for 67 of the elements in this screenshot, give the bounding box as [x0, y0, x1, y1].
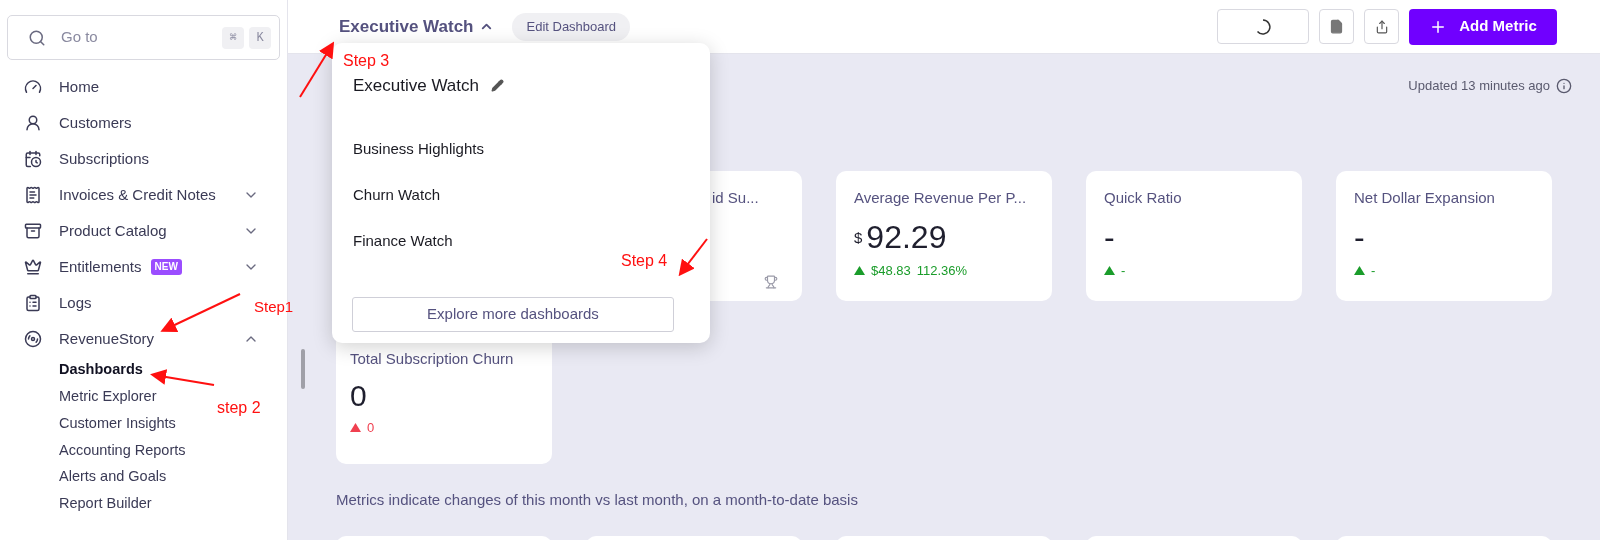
- metric-value: 0: [350, 378, 368, 414]
- nav-subitem[interactable]: Accounting Reports: [59, 437, 186, 464]
- nav-item[interactable]: Product Catalog: [59, 219, 167, 243]
- dashboard-menu-item[interactable]: Business Highlights: [352, 126, 484, 173]
- metric-percent: 112.36%: [916, 262, 968, 280]
- currency-symbol: $: [854, 227, 863, 248]
- crown-icon: [24, 258, 42, 276]
- metric-value: -: [1354, 218, 1365, 257]
- metric-title: Net Dollar Expansion: [1354, 187, 1496, 208]
- metric-title: Total Subscription Churn: [350, 348, 515, 369]
- share-icon: [1374, 19, 1389, 34]
- share-button[interactable]: [1364, 9, 1399, 44]
- add-metric-button[interactable]: Add Metric: [1409, 8, 1557, 45]
- metric-title: Quick Ratio: [1104, 187, 1183, 208]
- annotation-label: Step1: [254, 297, 294, 317]
- search-icon: [28, 28, 46, 47]
- annotation-label: Step 4: [621, 251, 668, 271]
- metric-change: -: [1121, 262, 1126, 280]
- metric-value: -: [1104, 218, 1115, 257]
- new-badge: NEW: [150, 259, 182, 275]
- info-icon[interactable]: [1556, 77, 1572, 94]
- updated-time: Updated 13 minutes ago: [1408, 77, 1550, 95]
- metric-title: id Su...: [711, 187, 760, 208]
- receipt-icon: [24, 186, 42, 204]
- annotation-arrow: [299, 41, 335, 98]
- metric-change: $48.83: [871, 262, 911, 280]
- nav-subitem[interactable]: Metric Explorer: [59, 383, 157, 411]
- user-icon: [24, 114, 42, 132]
- pdf-export-button[interactable]: [1319, 9, 1354, 44]
- explore-dashboards-button[interactable]: Explore more dashboards: [352, 296, 674, 332]
- annotation-arrow: [678, 238, 708, 277]
- clipboard-icon: [24, 294, 42, 312]
- metric-value: 92.29: [866, 218, 947, 257]
- metrics-note: Metrics indicate changes of this month vs last month, on a month-to-date basis: [336, 489, 859, 510]
- scrollbar-thumb[interactable]: [301, 349, 305, 389]
- nav-item[interactable]: Customers: [59, 111, 132, 135]
- annotation-arrow: [150, 369, 215, 386]
- calendar-icon: [24, 150, 42, 168]
- spinner-icon: [1254, 17, 1272, 36]
- gauge-icon: [24, 78, 42, 96]
- file-icon: [1329, 19, 1344, 34]
- dashboard-title-button[interactable]: Executive Watch: [339, 13, 495, 40]
- nav-item[interactable]: Logs: [59, 291, 92, 315]
- nav-item[interactable]: Invoices & Credit Notes: [59, 183, 216, 207]
- shortcut-key: K: [249, 26, 271, 49]
- metric-title: Average Revenue Per P...: [854, 187, 1028, 208]
- archive-icon: [24, 222, 42, 240]
- disc-icon: [24, 330, 42, 348]
- nav-subitem[interactable]: Dashboards: [59, 357, 143, 384]
- dashboard-menu-item[interactable]: Finance Watch: [352, 218, 453, 265]
- nav-item[interactable]: Entitlements: [59, 255, 142, 279]
- shortcut-key: ⌘: [222, 26, 244, 49]
- annotation-label: Step 3: [343, 51, 390, 71]
- search-input[interactable]: Go to: [61, 26, 217, 49]
- pencil-icon[interactable]: [491, 79, 504, 93]
- nav-subitem[interactable]: Alerts and Goals: [59, 463, 167, 491]
- nav-item[interactable]: Home: [59, 75, 99, 99]
- dashboard-menu-item[interactable]: Churn Watch: [352, 172, 440, 219]
- metric-change: 0: [367, 419, 375, 437]
- nav-subitem[interactable]: Report Builder: [59, 490, 152, 518]
- annotation-label: step 2: [217, 398, 261, 418]
- nav-subitem[interactable]: Customer Insights: [59, 410, 176, 438]
- current-dashboard-name: Executive Watch: [353, 75, 479, 97]
- nav-item[interactable]: RevenueStory: [59, 327, 155, 351]
- edit-dashboard-button[interactable]: Edit Dashboard: [512, 12, 631, 41]
- nav-item[interactable]: Subscriptions: [59, 147, 150, 171]
- metric-change: -: [1371, 262, 1376, 280]
